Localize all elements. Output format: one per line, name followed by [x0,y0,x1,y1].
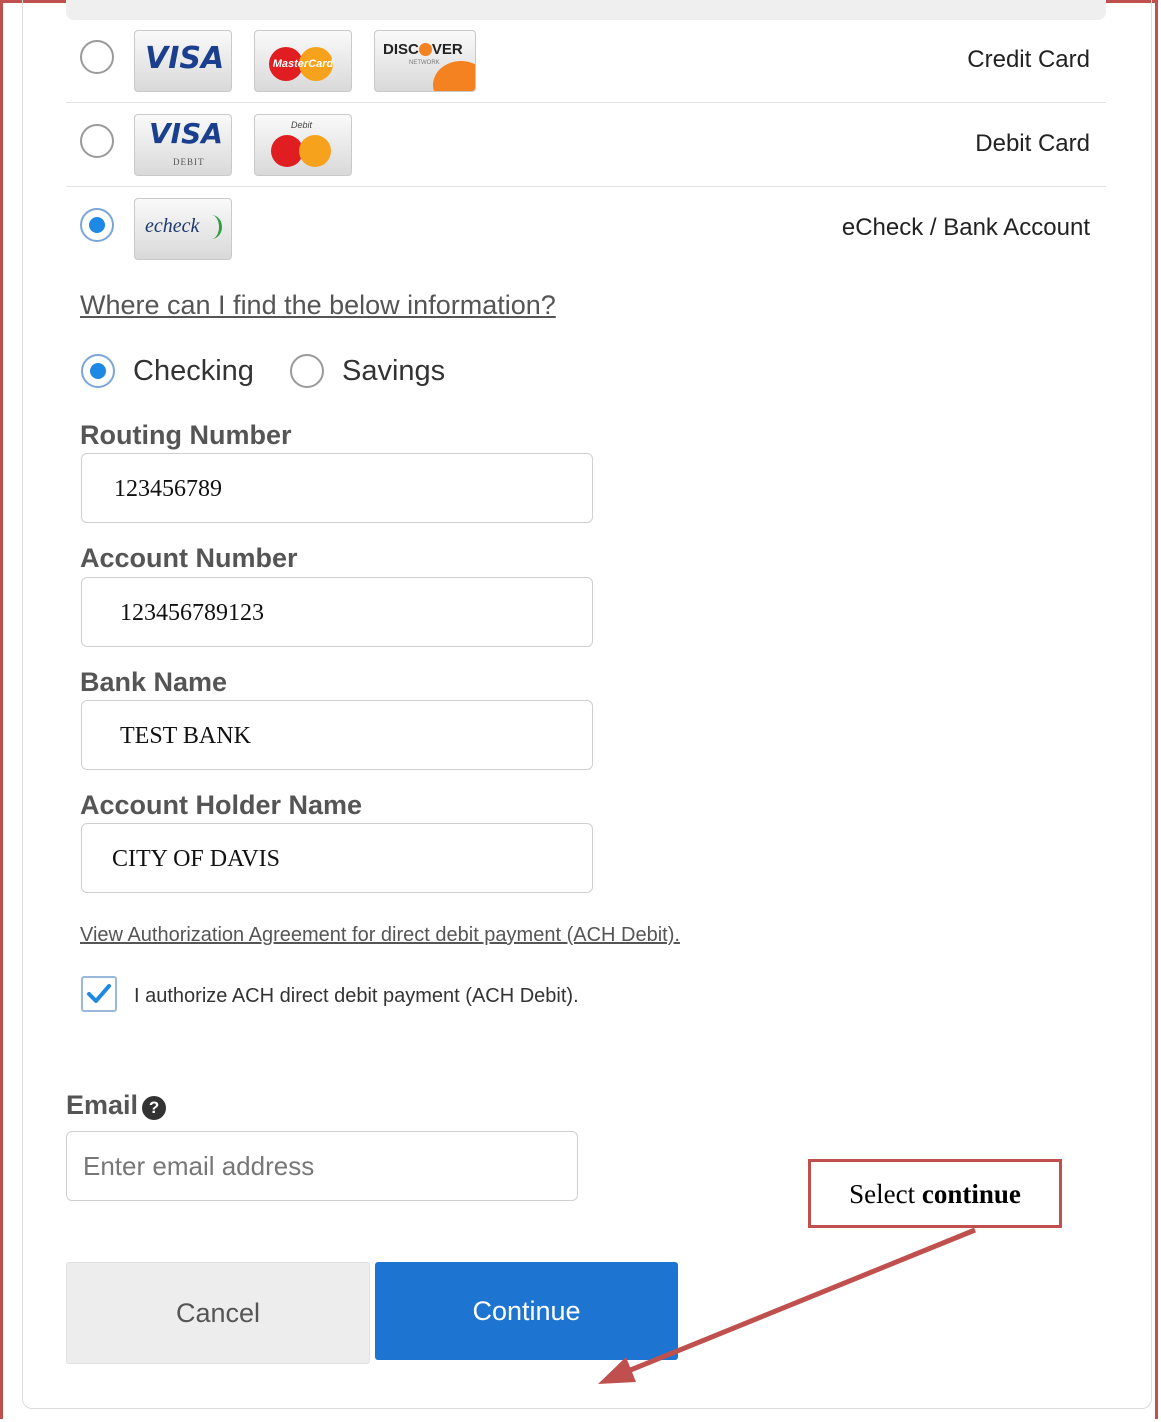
email-input[interactable] [66,1131,578,1201]
bank-name-input[interactable]: TEST BANK [81,700,593,770]
debit-card-radio[interactable] [80,124,114,158]
ach-authorization-checkbox[interactable] [81,976,117,1012]
checkmark-icon [87,984,111,1003]
visa-debit-logo: VISA DEBIT [134,114,232,176]
cancel-button[interactable]: Cancel [66,1262,370,1364]
instruction-callout: Select continue [808,1159,1062,1228]
payment-method-debit-card[interactable]: VISA DEBIT Debit Debit Card [66,102,1106,187]
visa-logo: VISA [134,30,232,92]
echeck-label: eCheck / Bank Account [841,214,1090,241]
account-holder-name-label: Account Holder Name [80,790,363,820]
account-number-label: Account Number [80,543,298,573]
credit-card-radio[interactable] [80,40,114,74]
discover-logo: DISC VER NETWORK [374,30,476,92]
ach-authorization-label: I authorize ACH direct debit payment (AC… [134,985,579,1007]
find-information-link[interactable]: Where can I find the below information? [80,290,556,321]
echeck-logo: echeck [134,198,232,260]
checking-radio[interactable] [81,354,115,388]
routing-number-input[interactable]: 123456789 [81,453,593,523]
mastercard-logo: MasterCard [254,30,352,92]
debit-mastercard-logo: Debit [254,114,352,176]
debit-card-label: Debit Card [975,130,1090,157]
savings-option[interactable]: Savings [290,352,445,392]
email-label: Email? [66,1090,167,1121]
checking-label: Checking [133,355,254,387]
payment-method-echeck[interactable]: echeck eCheck / Bank Account [66,186,1106,270]
echeck-radio[interactable] [80,208,114,242]
account-holder-name-input[interactable]: CITY OF DAVIS [81,823,593,893]
continue-button[interactable]: Continue [375,1262,678,1360]
question-circle-icon[interactable]: ? [142,1096,167,1120]
account-number-input[interactable]: 123456789123 [81,577,593,647]
payment-method-credit-card[interactable]: VISA MasterCard DISC VER NETWORK Credit C… [66,18,1106,103]
bank-name-label: Bank Name [80,667,228,697]
savings-label: Savings [342,355,446,387]
checking-option[interactable]: Checking [81,352,254,392]
credit-card-label: Credit Card [967,46,1090,73]
authorization-agreement-link[interactable]: View Authorization Agreement for direct … [80,924,680,947]
panel-top-strip [66,0,1106,20]
routing-number-label: Routing Number [80,420,292,450]
savings-radio[interactable] [290,354,324,388]
